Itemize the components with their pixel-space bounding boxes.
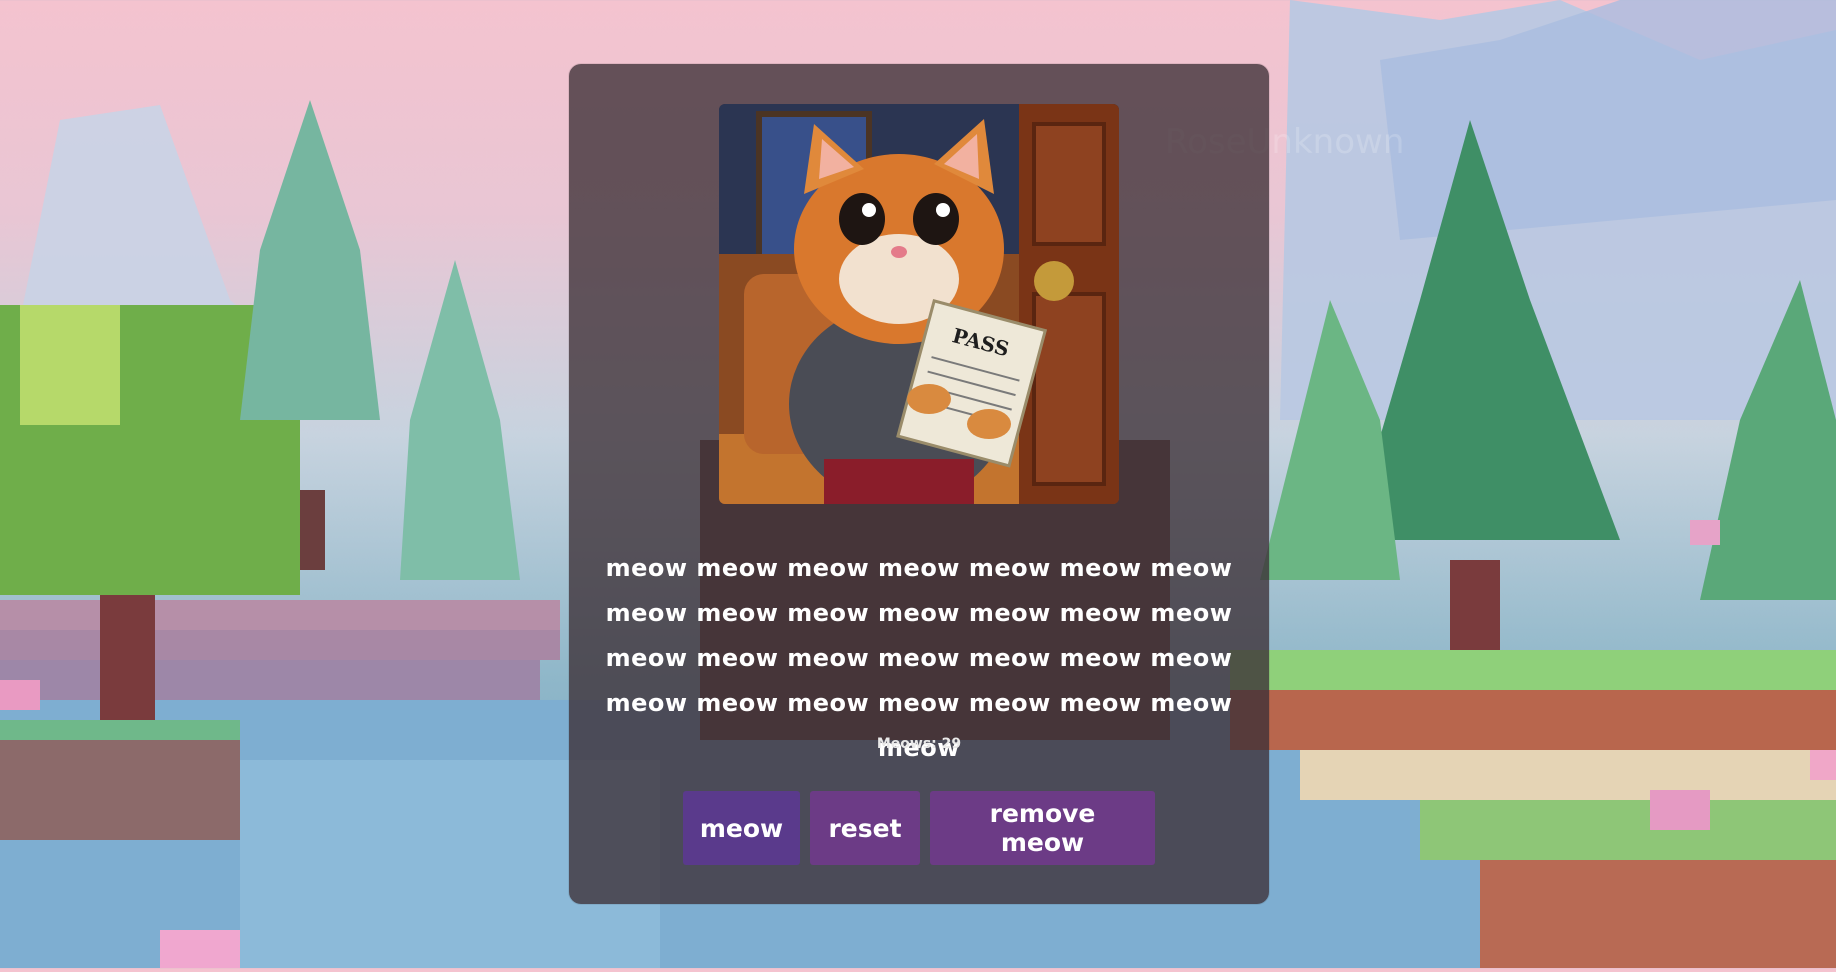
remove-meow-button[interactable]: remove meow bbox=[930, 791, 1155, 865]
meow-counter: Meows: 29 bbox=[876, 736, 962, 752]
cat-illustration: PASS bbox=[719, 104, 1119, 504]
cat-image: PASS bbox=[719, 104, 1119, 504]
reset-button[interactable]: reset bbox=[810, 791, 920, 865]
meow-button[interactable]: meow bbox=[683, 791, 800, 865]
main-card: PASS meow meow meow meow meow meow meow … bbox=[569, 64, 1269, 904]
button-row: meow reset remove meow bbox=[569, 791, 1269, 865]
